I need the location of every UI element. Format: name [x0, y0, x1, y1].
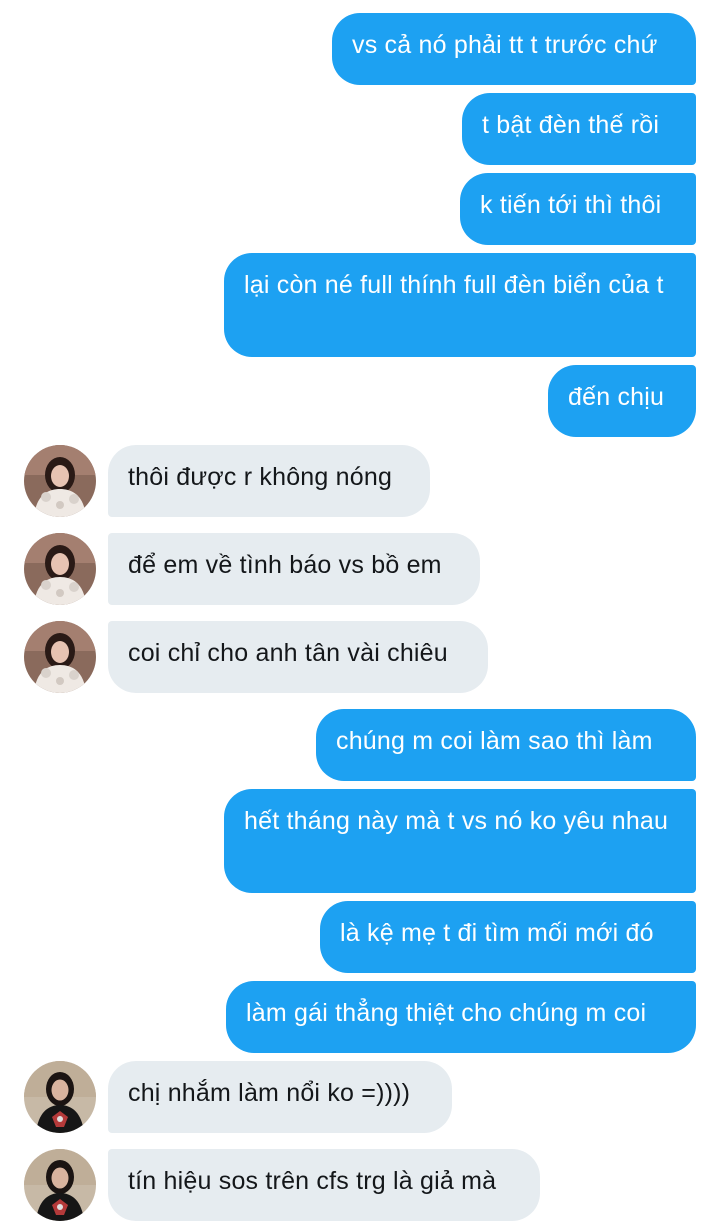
- message-text: làm gái thẳng thiệt cho chúng m coi: [246, 999, 647, 1027]
- avatar-girl-black-shirt-icon: [24, 1149, 96, 1221]
- message-text: t bật đèn thế rồi: [482, 111, 660, 139]
- message-text: chúng m coi làm sao thì làm: [336, 727, 653, 755]
- message-bubble-outgoing[interactable]: là kệ mẹ t đi tìm mối mới đó: [320, 901, 696, 973]
- message-bubble-outgoing[interactable]: t bật đèn thế rồi: [462, 93, 696, 165]
- message-bubble-incoming[interactable]: coi chỉ cho anh tân vài chiêu: [108, 621, 488, 693]
- avatar-girl-white-coat-icon: [24, 445, 96, 517]
- message-bubble-incoming[interactable]: chị nhắm làm nổi ko =)))): [108, 1061, 452, 1133]
- message-bubble-incoming[interactable]: tín hiệu sos trên cfs trg là giả mà: [108, 1149, 540, 1221]
- message-bubble-outgoing[interactable]: lại còn né full thính full đèn biển của …: [224, 253, 696, 357]
- message-text: k tiến tới thì thôi: [480, 191, 662, 219]
- avatar[interactable]: [24, 445, 96, 517]
- message-bubble-incoming[interactable]: thôi được r không nóng: [108, 445, 430, 517]
- avatar-girl-white-coat-icon: [24, 533, 96, 605]
- avatar[interactable]: [24, 621, 96, 693]
- message-text: chị nhắm làm nổi ko =)))): [128, 1079, 411, 1107]
- message-text: tín hiệu sos trên cfs trg là giả mà: [128, 1167, 497, 1195]
- message-text: lại còn né full thính full đèn biển của …: [244, 271, 664, 299]
- message-text: hết tháng này mà t vs nó ko yêu nhau: [244, 807, 669, 835]
- message-bubble-outgoing[interactable]: k tiến tới thì thôi: [460, 173, 696, 245]
- message-text: coi chỉ cho anh tân vài chiêu: [128, 639, 448, 667]
- message-bubble-incoming[interactable]: để em về tình báo vs bồ em: [108, 533, 480, 605]
- avatar[interactable]: [24, 1149, 96, 1221]
- message-bubble-outgoing[interactable]: hết tháng này mà t vs nó ko yêu nhau: [224, 789, 696, 893]
- message-text: là kệ mẹ t đi tìm mối mới đó: [340, 919, 654, 947]
- message-bubble-outgoing[interactable]: vs cả nó phải tt t trước chứ: [332, 13, 696, 85]
- message-bubble-outgoing[interactable]: làm gái thẳng thiệt cho chúng m coi: [226, 981, 696, 1053]
- message-bubble-outgoing[interactable]: chúng m coi làm sao thì làm: [316, 709, 696, 781]
- avatar[interactable]: [24, 533, 96, 605]
- message-text: đến chịu: [568, 383, 665, 411]
- message-text: thôi được r không nóng: [128, 463, 393, 491]
- avatar-girl-black-shirt-icon: [24, 1061, 96, 1133]
- message-text: để em về tình báo vs bồ em: [128, 551, 442, 579]
- message-bubble-outgoing[interactable]: đến chịu: [548, 365, 696, 437]
- message-text: vs cả nó phải tt t trước chứ: [352, 31, 658, 59]
- avatar[interactable]: [24, 1061, 96, 1133]
- avatar-girl-white-coat-icon: [24, 621, 96, 693]
